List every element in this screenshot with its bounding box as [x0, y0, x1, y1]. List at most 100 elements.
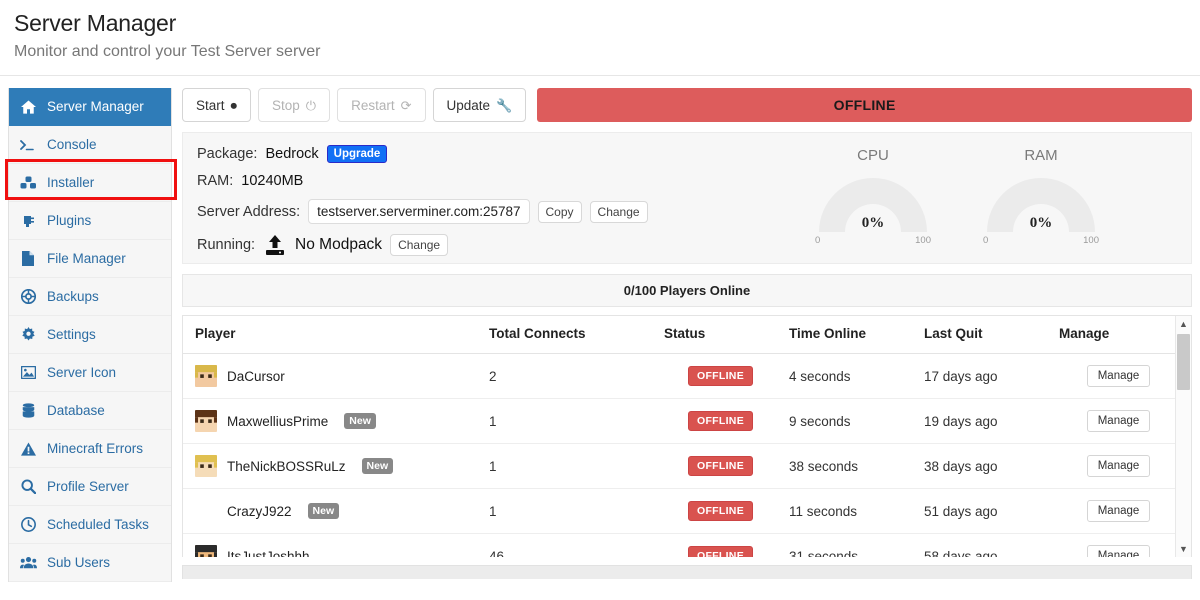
gear-icon: [19, 327, 37, 342]
sidebar-item-label: Server Icon: [47, 365, 117, 380]
column-header-total-connects: Total Connects: [483, 316, 658, 354]
player-cell: DaCursor: [195, 365, 477, 387]
sidebar-item-label: Minecraft Errors: [47, 441, 144, 456]
sidebar-item-sub-users[interactable]: Sub Users: [9, 544, 171, 582]
gauge-cpu: CPU 0% 0 100: [811, 147, 935, 246]
status-badge: OFFLINE: [687, 411, 753, 431]
gauge-min: 0: [815, 235, 821, 246]
sidebar-item-file-manager[interactable]: File Manager: [9, 240, 171, 278]
change-modpack-button[interactable]: Change: [390, 234, 449, 256]
sidebar-item-profile-server[interactable]: Profile Server: [9, 468, 171, 506]
cell-player: TheNickBOSSRuLz New: [183, 443, 483, 489]
sidebar-item-server-manager[interactable]: Server Manager: [9, 88, 171, 126]
cell-status: OFFLINE: [658, 533, 783, 557]
table-scrollbar[interactable]: ▲ ▼: [1175, 316, 1191, 557]
change-address-button[interactable]: Change: [589, 200, 648, 223]
sidebar-item-label: Settings: [47, 327, 96, 342]
terminal-icon: [19, 139, 37, 151]
update-button[interactable]: Update 🔧: [432, 88, 527, 122]
player-name: ItsJustJoshhh: [227, 548, 310, 558]
cell-total-connects: 1: [483, 443, 658, 489]
player-avatar-placeholder: [195, 500, 217, 522]
sidebar-item-database[interactable]: Database: [9, 392, 171, 430]
manage-button[interactable]: Manage: [1086, 455, 1151, 477]
copy-address-button[interactable]: Copy: [537, 200, 582, 223]
server-address-row: Server Address: testserver.serverminer.c…: [197, 199, 811, 224]
warning-icon: [19, 441, 37, 456]
cell-time-online: 11 seconds: [783, 488, 918, 534]
new-badge: New: [307, 503, 340, 519]
update-label: Update: [446, 97, 491, 113]
server-address-value[interactable]: testserver.serverminer.com:25787: [308, 199, 530, 224]
status-banner: OFFLINE: [537, 88, 1192, 122]
image-icon: [19, 366, 37, 379]
column-header-time-online: Time Online: [783, 316, 918, 354]
new-badge: New: [361, 458, 394, 474]
file-icon: [19, 251, 37, 266]
cell-time-online: 4 seconds: [783, 353, 918, 399]
gauge-ram: RAM 0% 0 100: [979, 147, 1103, 246]
gauge-title: CPU: [857, 147, 889, 164]
cell-total-connects: 1: [483, 398, 658, 444]
table-row: CrazyJ922 New 1 OFFLINE 11 seconds 51 days ag…: [183, 488, 1184, 534]
sidebar-item-settings[interactable]: Settings: [9, 316, 171, 354]
restart-button[interactable]: Restart ⟳: [337, 88, 426, 122]
sidebar-item-plugins[interactable]: Plugins: [9, 202, 171, 240]
sidebar-item-label: Profile Server: [47, 479, 129, 494]
gauge-max: 100: [915, 235, 931, 246]
sidebar-item-label: Scheduled Tasks: [47, 517, 149, 532]
sidebar-item-server-icon[interactable]: Server Icon: [9, 354, 171, 392]
modpack-value: No Modpack: [295, 236, 383, 253]
sidebar-item-minecraft-errors[interactable]: Minecraft Errors: [9, 430, 171, 468]
cell-manage: Manage: [1053, 443, 1184, 489]
player-avatar: [195, 455, 217, 477]
player-cell: MaxwelliusPrime New: [195, 410, 477, 432]
refresh-icon: ⟳: [400, 97, 412, 113]
sidebar-item-console[interactable]: Console: [9, 126, 171, 164]
status-badge: OFFLINE: [687, 501, 753, 521]
table-row: DaCursor 2 OFFLINE 4 seconds 17 days ago Mana…: [183, 353, 1184, 399]
sidebar-item-scheduled-tasks[interactable]: Scheduled Tasks: [9, 506, 171, 544]
players-table-body: DaCursor 2 OFFLINE 4 seconds 17 days ago Mana…: [183, 353, 1184, 557]
manage-button[interactable]: Manage: [1086, 410, 1151, 432]
stop-label: Stop: [272, 97, 300, 113]
cell-last-quit: 38 days ago: [918, 443, 1053, 489]
package-label: Package:: [197, 146, 258, 162]
cell-manage: Manage: [1053, 533, 1184, 557]
scrollbar-track[interactable]: [1176, 332, 1192, 541]
column-header-player: Player: [183, 316, 483, 354]
upgrade-button[interactable]: Upgrade: [326, 145, 388, 163]
start-button[interactable]: Start ⏺: [182, 88, 252, 122]
content-area: Start ⏺ Stop ⏻ Restart ⟳ Update 🔧 OFFLIN…: [172, 88, 1192, 579]
cell-last-quit: 51 days ago: [918, 488, 1053, 534]
cell-last-quit: 19 days ago: [918, 398, 1053, 444]
page-subtitle: Monitor and control your Test Server ser…: [14, 43, 321, 60]
table-row: TheNickBOSSRuLz New 1 OFFLINE 38 seconds 38 d…: [183, 443, 1184, 489]
ram-row: RAM: 10240MB: [197, 173, 811, 189]
manage-button[interactable]: Manage: [1086, 365, 1151, 387]
player-avatar: [195, 410, 217, 432]
power-icon: ⏻: [305, 97, 317, 113]
cell-player: DaCursor: [183, 353, 483, 399]
cell-manage: Manage: [1053, 488, 1184, 534]
plug-icon: [19, 214, 37, 228]
header-divider: [0, 75, 1200, 76]
scroll-down-arrow-icon[interactable]: ▼: [1176, 541, 1192, 557]
column-header-last-quit: Last Quit: [918, 316, 1053, 354]
cell-player: MaxwelliusPrime New: [183, 398, 483, 444]
scrollbar-thumb[interactable]: [1176, 334, 1190, 390]
player-cell: ItsJustJoshhh: [195, 545, 477, 557]
sidebar-item-label: Server Manager: [47, 99, 144, 114]
gauge-max: 100: [1083, 235, 1099, 246]
manage-button[interactable]: Manage: [1086, 545, 1151, 557]
sidebar-item-backups[interactable]: Backups: [9, 278, 171, 316]
server-info-panel: Package: Bedrock Upgrade RAM: 10240MB Se…: [182, 132, 1192, 264]
scroll-up-arrow-icon[interactable]: ▲: [1176, 316, 1192, 332]
new-badge: New: [344, 413, 376, 429]
sidebar-item-installer[interactable]: Installer: [9, 164, 171, 202]
player-name: TheNickBOSSRuLz: [227, 458, 346, 474]
stop-button[interactable]: Stop ⏻: [258, 88, 331, 122]
cell-status: OFFLINE: [658, 353, 783, 399]
manage-button[interactable]: Manage: [1086, 500, 1151, 522]
cell-last-quit: 17 days ago: [918, 353, 1053, 399]
